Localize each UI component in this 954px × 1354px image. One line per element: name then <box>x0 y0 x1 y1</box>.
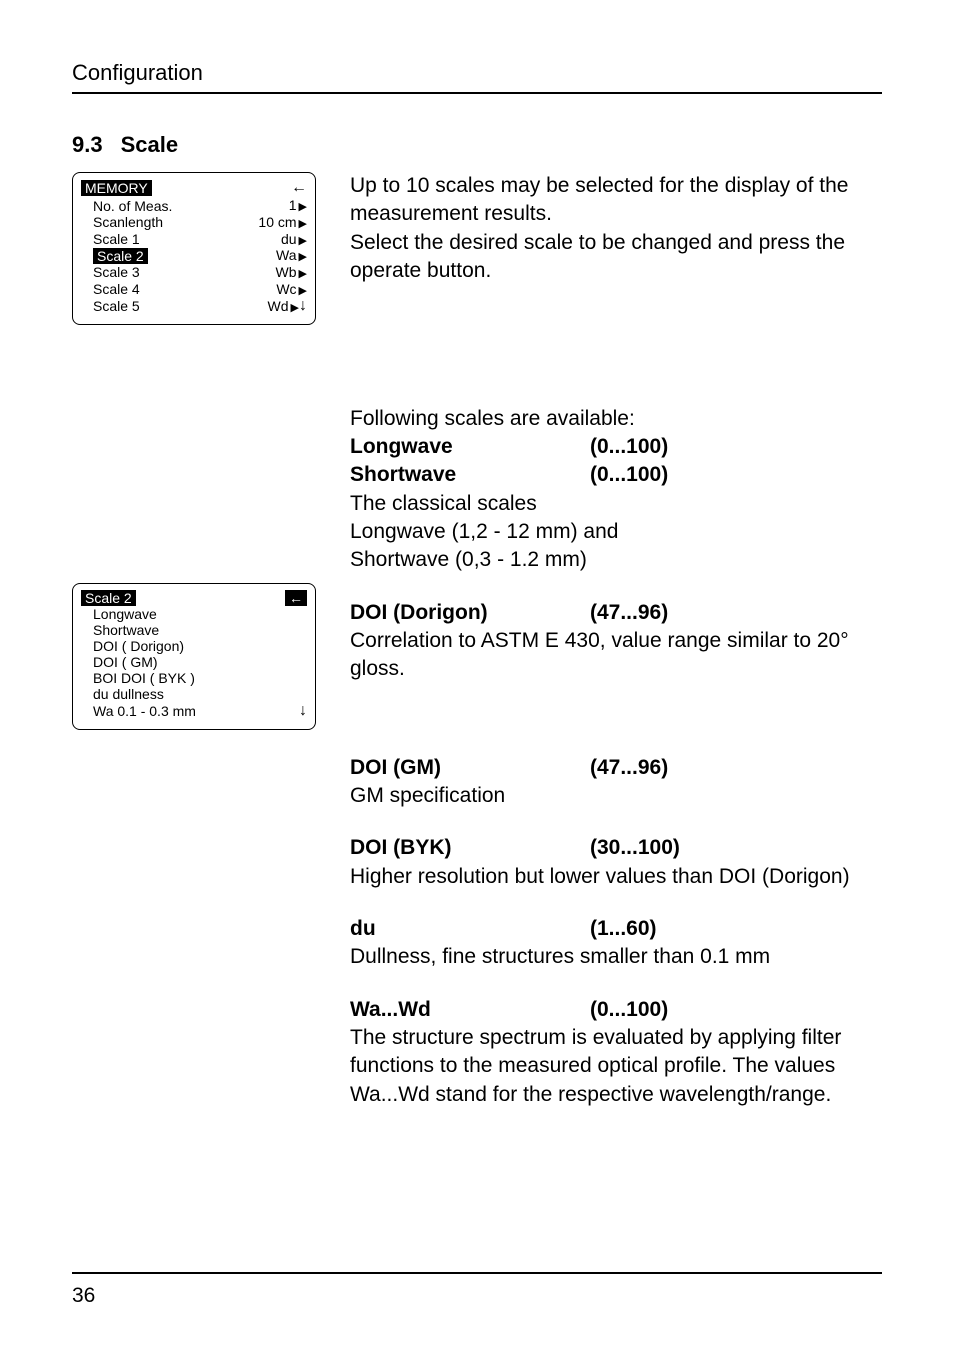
lcd-row: Scale 3 Wb <box>81 264 307 281</box>
scale-doi-dorigon-name: DOI (Dorigon) <box>350 599 590 627</box>
scale-doi-byk-range: (30...100) <box>590 834 680 862</box>
lcd-scale2: Scale 2 Longwave Shortwave DOI ( Dorigon… <box>72 583 316 730</box>
scale-shortwave-name: Shortwave <box>350 461 590 489</box>
header-rule <box>72 92 882 94</box>
scale-du-name: du <box>350 915 590 943</box>
scroll-down-icon <box>299 702 307 720</box>
lcd-row: Scale 1 du <box>81 231 307 248</box>
classical-line-1: The classical scales <box>350 490 882 518</box>
lcd-row-value: Wb <box>276 264 307 281</box>
back-arrow-icon <box>291 179 307 197</box>
lcd-row-label: Scale 3 <box>93 264 140 280</box>
scale-doi-gm-desc: GM specification <box>350 782 882 810</box>
section-number: 9.3 <box>72 132 103 158</box>
scale-doi-byk-desc: Higher resolution but lower values than … <box>350 863 882 891</box>
lcd-list-item: Longwave <box>81 606 307 622</box>
lcd-row-label: Scale 4 <box>93 281 140 297</box>
scale-wawd-desc: The structure spectrum is evaluated by a… <box>350 1024 882 1109</box>
lcd-list-item: DOI ( GM) <box>81 654 307 670</box>
classical-line-3: Shortwave (0,3 - 1.2 mm) <box>350 546 882 574</box>
scale-longwave-range: (0...100) <box>590 433 668 461</box>
scale-wawd-name: Wa...Wd <box>350 996 590 1024</box>
lcd-list-item: du dullness <box>81 686 307 702</box>
lcd-row: Scanlength 10 cm <box>81 214 307 231</box>
lcd-memory: MEMORY No. of Meas. 1 Scanlength 10 cm S… <box>72 172 316 325</box>
section-title: 9.3 Scale <box>72 132 882 158</box>
lcd-list-item: BOI DOI ( BYK ) <box>81 670 307 686</box>
scale-doi-byk-name: DOI (BYK) <box>350 834 590 862</box>
scale-doi-gm-name: DOI (GM) <box>350 754 590 782</box>
lcd-row-label: Scale 2 <box>93 248 148 264</box>
classical-line-2: Longwave (1,2 - 12 mm) and <box>350 518 882 546</box>
lcd-row-label: Scale 5 <box>93 298 140 314</box>
lcd-row-value: Wd <box>268 298 299 315</box>
lcd-list-item: Wa 0.1 - 0.3 mm <box>93 703 196 719</box>
running-head: Configuration <box>72 60 882 86</box>
lcd-row: No. of Meas. 1 <box>81 197 307 214</box>
scale-doi-dorigon-range: (47...96) <box>590 599 668 627</box>
scale-shortwave-range: (0...100) <box>590 461 668 489</box>
lcd-row-value: 10 cm <box>258 214 307 231</box>
section-name: Scale <box>121 132 179 157</box>
lcd-memory-title: MEMORY <box>81 180 152 196</box>
lcd-row-value: Wc <box>276 281 307 298</box>
lcd-scale2-title: Scale 2 <box>81 590 136 606</box>
footer-rule <box>72 1272 882 1274</box>
lcd-row-value: 1 <box>289 197 307 214</box>
scale-doi-gm-range: (47...96) <box>590 754 668 782</box>
intro-paragraph-1: Up to 10 scales may be selected for the … <box>350 172 882 229</box>
page-number: 36 <box>72 1284 882 1308</box>
scale-du-range: (1...60) <box>590 915 657 943</box>
lcd-row-value: du <box>281 231 307 248</box>
lcd-row-label: No. of Meas. <box>93 198 172 214</box>
lcd-row-label: Scale 1 <box>93 231 140 247</box>
lcd-list-item: Shortwave <box>81 622 307 638</box>
scale-doi-dorigon-desc: Correlation to ASTM E 430, value range s… <box>350 627 882 684</box>
scale-wawd-range: (0...100) <box>590 996 668 1024</box>
intro-paragraph-2: Select the desired scale to be changed a… <box>350 229 882 286</box>
lcd-list-item: DOI ( Dorigon) <box>81 638 307 654</box>
lcd-row-selected: Scale 2 Wa <box>81 247 307 264</box>
scales-intro: Following scales are available: <box>350 405 882 433</box>
scale-du-desc: Dullness, fine structures smaller than 0… <box>350 943 882 971</box>
back-arrow-icon <box>285 590 307 606</box>
lcd-row-label: Scanlength <box>93 214 163 230</box>
lcd-row: Scale 4 Wc <box>81 281 307 298</box>
scale-longwave-name: Longwave <box>350 433 590 461</box>
lcd-row-value: Wa <box>276 247 307 264</box>
lcd-row: Scale 5 Wd <box>81 297 307 315</box>
scroll-down-icon <box>299 297 307 315</box>
